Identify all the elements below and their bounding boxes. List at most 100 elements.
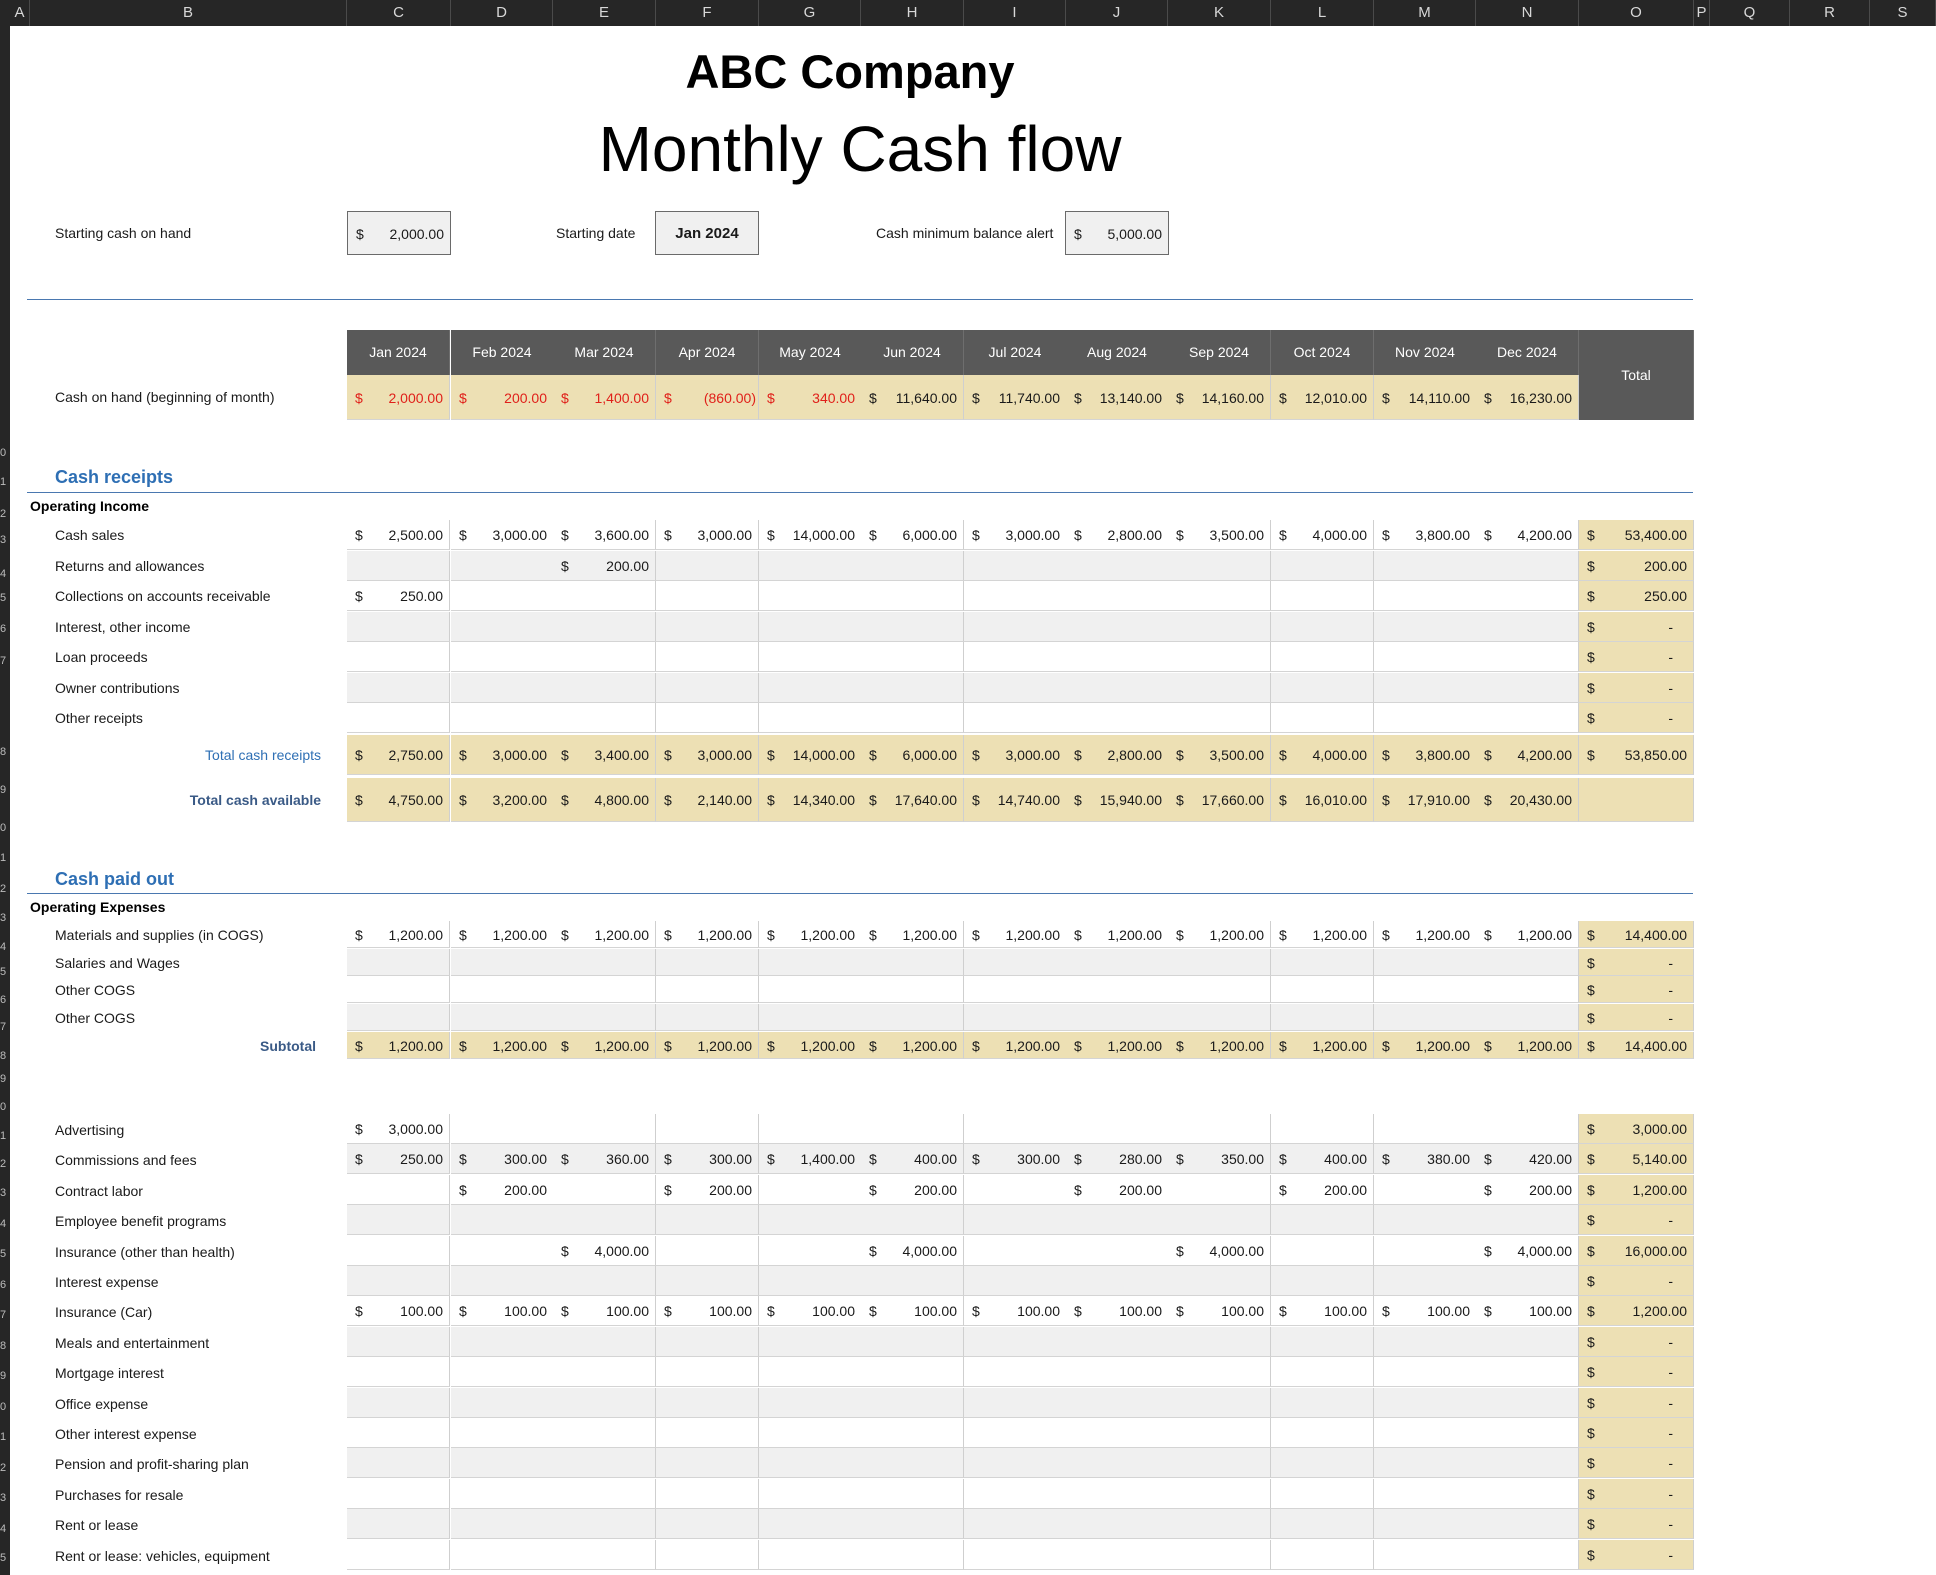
column-header-a[interactable]: A	[10, 0, 30, 26]
expense-cell[interactable]	[1271, 1448, 1374, 1479]
subtotal-cell[interactable]: $1,200.00	[1271, 1032, 1374, 1059]
expense-cell[interactable]	[1066, 1509, 1169, 1540]
expense-cell[interactable]	[1168, 948, 1271, 976]
receipt-cell[interactable]	[1374, 672, 1477, 703]
receipt-cell[interactable]	[1271, 581, 1374, 611]
expense-cell[interactable]: $1,200.00	[861, 921, 964, 948]
column-header-k[interactable]: K	[1168, 0, 1271, 26]
expense-cell[interactable]	[553, 1174, 656, 1205]
expense-cell[interactable]	[1168, 1326, 1271, 1357]
receipt-cell[interactable]	[1271, 642, 1374, 672]
subtotal-cell[interactable]: $1,200.00	[451, 1032, 554, 1059]
month-header[interactable]: May 2024	[759, 330, 862, 375]
subtotal-cell[interactable]: $1,200.00	[759, 1032, 862, 1059]
receipt-cell[interactable]	[347, 642, 450, 672]
cash-available-cell[interactable]: $14,740.00	[964, 778, 1067, 822]
cash-on-hand-cell[interactable]: $2,000.00	[347, 375, 450, 420]
expense-cell[interactable]	[861, 1387, 964, 1418]
expense-cell[interactable]	[1374, 1174, 1477, 1205]
expense-cell[interactable]	[964, 1387, 1067, 1418]
expense-cell[interactable]	[656, 1387, 759, 1418]
expense-cell[interactable]	[553, 1114, 656, 1144]
expense-cell[interactable]	[1168, 1418, 1271, 1448]
expense-total-cell[interactable]: $ -	[1579, 1205, 1694, 1236]
receipt-cell[interactable]	[1271, 611, 1374, 642]
receipt-cell[interactable]	[1476, 550, 1579, 581]
expense-cell[interactable]	[1168, 1509, 1271, 1540]
expense-cell[interactable]: $200.00	[861, 1174, 964, 1205]
receipt-cell[interactable]	[861, 581, 964, 611]
expense-total-cell[interactable]: $ -	[1579, 1357, 1694, 1388]
expense-cell[interactable]	[1271, 948, 1374, 976]
expense-cell[interactable]	[1066, 976, 1169, 1003]
receipt-cell[interactable]	[347, 703, 450, 733]
receipt-cell[interactable]	[553, 642, 656, 672]
total-receipts-cell[interactable]: $14,000.00	[759, 735, 862, 775]
subtotal-cell[interactable]: $1,200.00	[347, 1032, 450, 1059]
expense-cell[interactable]	[451, 1448, 554, 1479]
expense-cell[interactable]	[656, 1509, 759, 1540]
expense-cell[interactable]	[1476, 1003, 1579, 1031]
receipt-cell[interactable]	[1476, 581, 1579, 611]
column-header-e[interactable]: E	[553, 0, 656, 26]
month-header[interactable]: Nov 2024	[1374, 330, 1477, 375]
expense-cell[interactable]	[1168, 1387, 1271, 1418]
expense-cell[interactable]	[759, 1205, 862, 1236]
expense-cell[interactable]	[347, 1205, 450, 1236]
min-balance-input[interactable]: $ 5,000.00	[1065, 211, 1169, 255]
expense-cell[interactable]: $100.00	[964, 1296, 1067, 1327]
expense-cell[interactable]	[656, 1235, 759, 1266]
expense-cell[interactable]	[1271, 976, 1374, 1003]
expense-cell[interactable]: $1,400.00	[759, 1144, 862, 1175]
row-number[interactable]: 8	[0, 1050, 10, 1062]
row-number[interactable]: 2	[0, 1462, 10, 1474]
expense-cell[interactable]	[759, 1357, 862, 1388]
expense-cell[interactable]	[1066, 1418, 1169, 1448]
receipt-cell[interactable]: $6,000.00	[861, 520, 964, 550]
expense-cell[interactable]: $1,200.00	[1476, 921, 1579, 948]
receipt-total-cell[interactable]: $ -	[1579, 703, 1694, 733]
subtotal-cell[interactable]: $1,200.00	[553, 1032, 656, 1059]
cash-on-hand-cell[interactable]: $1,400.00	[553, 375, 656, 420]
column-header-r[interactable]: R	[1790, 0, 1870, 26]
cash-available-cell[interactable]: $17,640.00	[861, 778, 964, 822]
row-number[interactable]: 2	[0, 1158, 10, 1170]
column-header-i[interactable]: I	[964, 0, 1066, 26]
expense-cell[interactable]	[861, 1478, 964, 1509]
row-number[interactable]: 3	[0, 1492, 10, 1504]
expense-cell[interactable]	[1271, 1387, 1374, 1418]
expense-cell[interactable]	[964, 1235, 1067, 1266]
expense-cell[interactable]	[347, 1235, 450, 1266]
cash-available-cell[interactable]: $17,910.00	[1374, 778, 1477, 822]
month-header[interactable]: Mar 2024	[553, 330, 656, 375]
month-header[interactable]: Jul 2024	[964, 330, 1067, 375]
expense-cell[interactable]: $4,000.00	[553, 1235, 656, 1266]
expense-cell[interactable]	[759, 1235, 862, 1266]
expense-cell[interactable]: $1,200.00	[1066, 921, 1169, 948]
expense-cell[interactable]	[451, 948, 554, 976]
column-header-m[interactable]: M	[1374, 0, 1476, 26]
expense-cell[interactable]	[1271, 1266, 1374, 1296]
column-header-f[interactable]: F	[656, 0, 759, 26]
expense-cell[interactable]	[656, 1418, 759, 1448]
expense-cell[interactable]	[1374, 1003, 1477, 1031]
total-receipts-cell[interactable]: $6,000.00	[861, 735, 964, 775]
expense-total-cell[interactable]: $ -	[1579, 1326, 1694, 1357]
receipt-cell[interactable]	[656, 611, 759, 642]
expense-cell[interactable]	[656, 1448, 759, 1479]
receipt-cell[interactable]	[656, 703, 759, 733]
receipt-cell[interactable]	[861, 611, 964, 642]
expense-cell[interactable]	[1476, 1509, 1579, 1540]
expense-cell[interactable]	[1066, 1539, 1169, 1570]
row-number[interactable]: 9	[0, 1073, 10, 1085]
total-receipts-cell[interactable]: $3,000.00	[656, 735, 759, 775]
expense-cell[interactable]	[759, 1448, 862, 1479]
expense-cell[interactable]	[451, 1326, 554, 1357]
receipt-cell[interactable]: $200.00	[553, 550, 656, 581]
expense-cell[interactable]	[1271, 1235, 1374, 1266]
receipt-cell[interactable]	[759, 642, 862, 672]
receipt-cell[interactable]	[1374, 550, 1477, 581]
expense-cell[interactable]	[347, 948, 450, 976]
expense-cell[interactable]	[1374, 1114, 1477, 1144]
receipt-cell[interactable]	[1168, 703, 1271, 733]
